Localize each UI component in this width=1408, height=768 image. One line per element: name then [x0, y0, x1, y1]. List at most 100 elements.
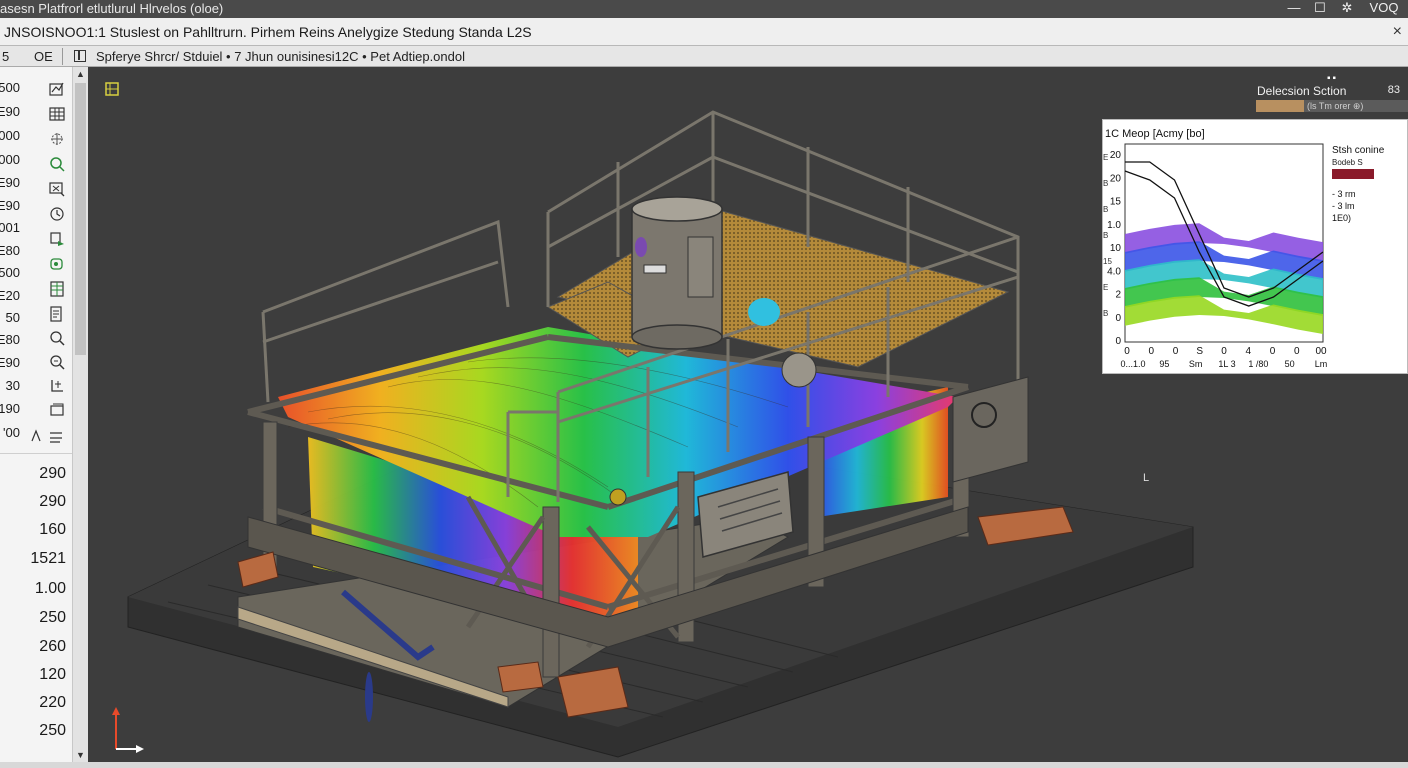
legend-panel: Delecsion Sction 83 (ls Tm orer ⊕)	[1256, 84, 1408, 114]
chart-y-side-label: B	[1103, 309, 1108, 318]
probe-icon[interactable]	[48, 230, 66, 248]
chart-x-tick: 0	[1221, 346, 1227, 357]
chart-x-label: Sm	[1189, 359, 1203, 369]
chart-y-tick: 20	[1110, 173, 1122, 184]
row-number: 000	[0, 128, 20, 143]
chart-y-side-label: E	[1103, 153, 1108, 162]
row-number: '00	[3, 425, 20, 440]
legend-bar-label: (ls Tm orer ⊕)	[1304, 100, 1408, 112]
chart-x-tick: 4	[1245, 346, 1251, 357]
chart-y-side-label: E	[1103, 283, 1108, 292]
breadcrumb-bar: 5 OE Spferye Shrcr/ Stduiel • 7 Jhun oun…	[0, 46, 1408, 67]
chart-x-tick: 0	[1124, 346, 1130, 357]
window-titlebar: asesn Platfrorl etlutlurul Hlrvelos (olo…	[0, 0, 1408, 18]
value-cell: 250	[39, 722, 66, 739]
legend-value: 83	[1387, 84, 1400, 96]
chart-y-tick: 20	[1110, 150, 1122, 161]
chart-x-tick: 00	[1315, 346, 1327, 357]
column-header-a: 5	[2, 49, 10, 64]
table-icon[interactable]	[48, 280, 66, 298]
value-cell: 290	[39, 465, 66, 482]
window-title: asesn Platfrorl etlutlurul Hlrvelos (olo…	[0, 1, 224, 16]
chart-x-label: Lm	[1315, 359, 1328, 369]
minimize-icon[interactable]: —	[1283, 0, 1305, 18]
chart-y-side-label: B	[1103, 231, 1108, 240]
chart-x-tick: 0	[1173, 346, 1179, 357]
chart-legend-item: - 3 lm	[1332, 201, 1355, 211]
vertical-scrollbar[interactable]: ▲ ▼	[72, 67, 88, 762]
value-cell: 120	[39, 666, 66, 683]
row-number: 000	[0, 152, 20, 167]
value-cell: 1.00	[34, 580, 66, 597]
chart-y-tick: 15	[1110, 197, 1122, 208]
chart-legend-item: - 3 rm	[1332, 189, 1356, 199]
panel-toggle-icon[interactable]	[74, 50, 86, 62]
chart-y-tick: 1.0	[1107, 220, 1121, 231]
row-number: 190	[0, 401, 20, 416]
chart-edit-icon[interactable]	[48, 80, 66, 98]
chart-x-label: 50	[1285, 359, 1295, 369]
chart-x-label: 1 /80	[1248, 359, 1268, 369]
value-cell: 160	[39, 521, 66, 538]
column-header-b: OE	[34, 49, 53, 64]
chart-x-label: 95	[1159, 359, 1169, 369]
axis-marker: L	[1143, 472, 1150, 484]
chart-y-tick: 10	[1110, 243, 1122, 254]
chart-x-label: 1L 3	[1218, 359, 1235, 369]
chart-y-side-label: B	[1103, 205, 1108, 214]
scrollbar-thumb[interactable]	[75, 83, 86, 355]
layer-icon[interactable]	[48, 401, 66, 419]
result-chart: 1C Meop [Acmy [bo]2020151.0104.0200EBBB1…	[1103, 128, 1385, 369]
scroll-up-icon[interactable]: ▲	[73, 67, 88, 81]
value-cell: 290	[39, 493, 66, 510]
row-number: 500	[0, 80, 20, 95]
document-title: JNSOISNOO1:1 Stuslest on Pahlltrurn. Pir…	[4, 24, 532, 40]
chart-y-tick: 2	[1115, 290, 1121, 301]
row-number: E90	[0, 355, 20, 370]
chart-title: 1C Meop [Acmy [bo]	[1105, 128, 1205, 140]
grid-icon[interactable]	[48, 105, 66, 123]
row-number-column: 500 E90 000 000 E90 E90 001 E80 500 E20 …	[0, 67, 40, 453]
row-number: E90	[0, 104, 20, 119]
divider	[62, 48, 63, 65]
zoom-fit-icon[interactable]	[48, 353, 66, 371]
window-extra-label: VOQ	[1369, 0, 1399, 15]
chart-y-side-label: 15	[1103, 257, 1112, 266]
breadcrumb: Spferye Shrcr/ Stduiel • 7 Jhun ounisine…	[96, 49, 465, 64]
row-number: 30	[5, 378, 20, 393]
close-document-button[interactable]: ×	[1393, 18, 1402, 46]
document-tab-bar: JNSOISNOO1:1 Stuslest on Pahlltrurn. Pir…	[0, 18, 1408, 46]
align-icon[interactable]	[30, 427, 66, 445]
chart-legend-sub: Bodeb S	[1332, 158, 1363, 167]
filter-icon[interactable]	[48, 180, 66, 198]
chart-y-tick: 0	[1115, 313, 1121, 324]
axis-icon[interactable]	[48, 377, 66, 395]
circle-search-icon[interactable]	[48, 155, 66, 173]
legend-swatch	[1256, 100, 1304, 112]
legend-title: Delecsion Sction	[1257, 84, 1347, 98]
column-header: 5 OE	[0, 46, 62, 67]
maximize-icon[interactable]: ☐	[1309, 0, 1331, 18]
value-cell: 1521	[30, 550, 66, 567]
scroll-down-icon[interactable]: ▼	[73, 748, 88, 762]
chart-legend-item: 1E0)	[1332, 213, 1351, 223]
row-number: 001	[0, 220, 20, 235]
mesh-icon[interactable]	[48, 130, 66, 148]
pin-icon[interactable]: ✲	[1336, 0, 1358, 18]
chart-y-side-label: B	[1103, 179, 1108, 188]
chart-x-label: 0...1.0	[1120, 359, 1145, 369]
value-column: 290 290 160 1521 1.00 250 260 120 220 25…	[0, 453, 72, 762]
clock-icon[interactable]	[48, 205, 66, 223]
chart-x-tick: S	[1196, 346, 1203, 357]
value-cell: 250	[39, 609, 66, 626]
list-icon[interactable]	[48, 305, 66, 323]
legend-options-icon[interactable]: ▪▪	[1327, 73, 1338, 84]
row-number: 500	[0, 265, 20, 280]
zoom-icon[interactable]	[48, 329, 66, 347]
node-icon[interactable]	[48, 255, 66, 273]
row-number: E90	[0, 198, 20, 213]
origin-axes-icon	[112, 707, 144, 753]
result-chart-panel[interactable]: 1C Meop [Acmy [bo] 20 20 15 1.0 10 4.0 2 0 0 E B B B 1…	[1102, 119, 1408, 374]
row-number: E90	[0, 175, 20, 190]
chart-x-tick: 0	[1294, 346, 1300, 357]
